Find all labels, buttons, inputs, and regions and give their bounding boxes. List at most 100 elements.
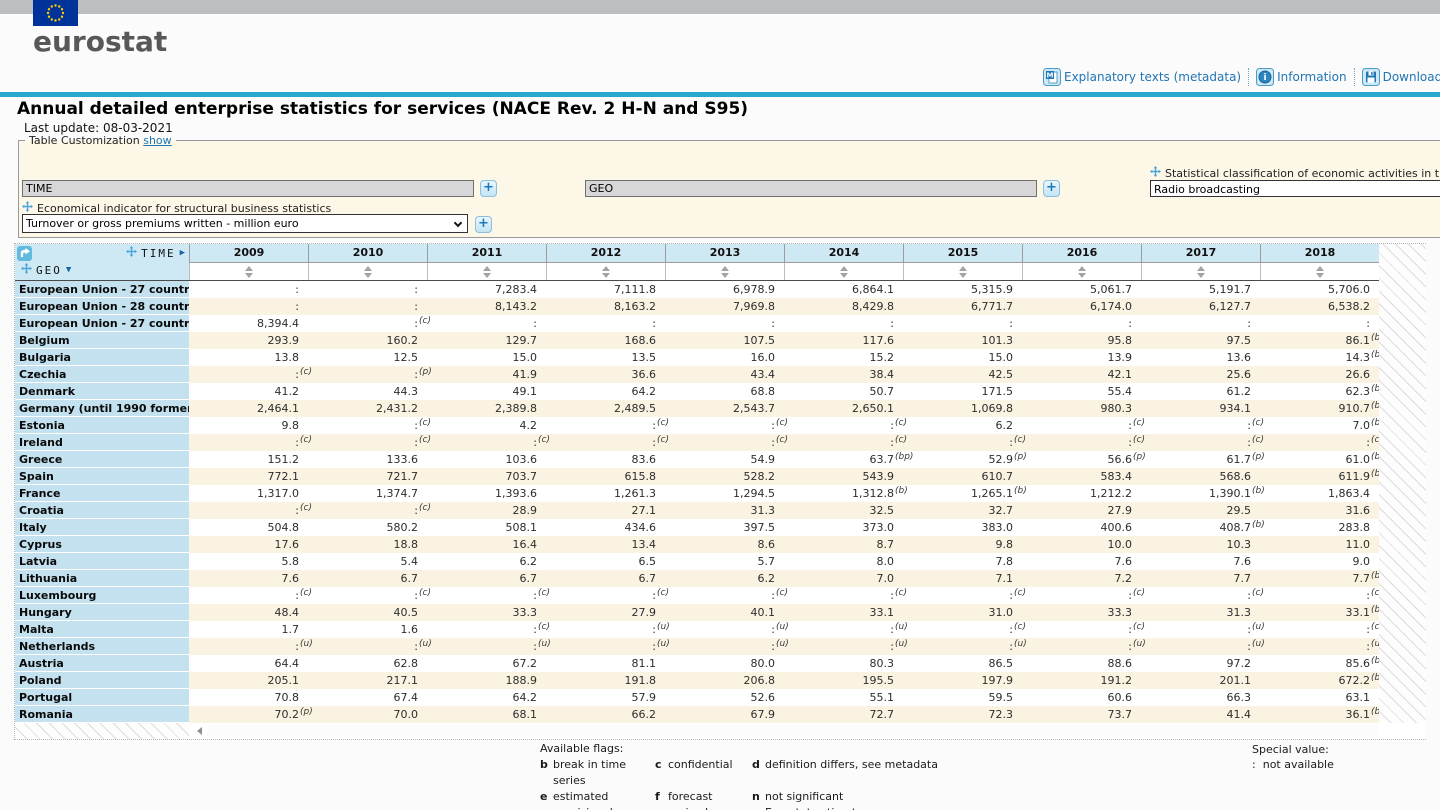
time-add-button[interactable]: +: [480, 180, 497, 197]
cell-value: 61.2: [1227, 385, 1252, 398]
flag-code: p: [540, 805, 553, 810]
data-cell: 7.2: [1022, 570, 1141, 587]
data-cell: 50.7: [784, 383, 903, 400]
data-cell: 2,431.2: [308, 400, 427, 417]
cell-value: :: [295, 436, 299, 449]
top-gray-bar: [0, 0, 1440, 14]
show-link[interactable]: show: [143, 134, 171, 147]
toolbar-link[interactable]: iInformation: [1248, 68, 1353, 86]
cell-value: :: [771, 436, 775, 449]
year-header-cell[interactable]: 2012: [546, 244, 665, 262]
year-header-cell[interactable]: 2010: [308, 244, 427, 262]
cell-value: :: [890, 317, 894, 330]
data-cell: 44.3: [308, 383, 427, 400]
cell-value: 85.6: [1346, 657, 1371, 670]
pivot-rotate-icon[interactable]: [17, 246, 32, 261]
data-cell: 217.1: [308, 672, 427, 689]
data-cell: 15.0: [427, 349, 546, 366]
cell-value: 101.3: [982, 334, 1014, 347]
data-cell: 14.3(b): [1260, 349, 1379, 366]
time-dimension-handle[interactable]: TIME ▶: [126, 246, 185, 260]
sort-button[interactable]: [784, 263, 903, 280]
row-label: Greece: [15, 451, 189, 468]
sort-up-icon: [602, 266, 610, 271]
cell-value: 28.9: [513, 504, 538, 517]
geo-dimension-box[interactable]: GEO: [585, 180, 1037, 197]
cell-value: 6,127.7: [1209, 300, 1251, 313]
year-header-cell[interactable]: 2009: [189, 244, 308, 262]
cell-value: 68.8: [751, 385, 776, 398]
toolbar-link[interactable]: Download: [1354, 68, 1440, 86]
sort-button[interactable]: [1022, 263, 1141, 280]
table-row: France1,317.01,374.71,393.61,261.31,294.…: [15, 485, 1379, 502]
cell-value: 67.4: [394, 691, 419, 704]
year-header-cell[interactable]: 2014: [784, 244, 903, 262]
sort-up-icon: [1316, 266, 1324, 271]
cell-value: 55.1: [870, 691, 895, 704]
year-header-cell[interactable]: 2013: [665, 244, 784, 262]
time-dimension-box[interactable]: TIME: [22, 180, 474, 197]
data-cell: 63.1: [1260, 689, 1379, 706]
indicator-add-button[interactable]: +: [475, 216, 492, 233]
row-label: Malta: [15, 621, 189, 638]
data-cell: :(c): [189, 587, 308, 604]
cell-value: 7,283.4: [495, 283, 537, 296]
cell-value: 41.9: [513, 368, 538, 381]
cell-value: 86.1: [1346, 334, 1371, 347]
special-value-label: not available: [1263, 758, 1334, 771]
cell-value: 72.3: [989, 708, 1014, 721]
move-cross-icon[interactable]: [1150, 166, 1161, 180]
sort-button[interactable]: [189, 263, 308, 280]
year-header-cell[interactable]: 2015: [903, 244, 1022, 262]
sort-button[interactable]: [1141, 263, 1260, 280]
scroll-left-button[interactable]: [193, 725, 205, 737]
cell-value: :: [1128, 623, 1132, 636]
sort-button[interactable]: [903, 263, 1022, 280]
data-cell: 97.2: [1141, 655, 1260, 672]
table-row: Belgium293.9160.2129.7168.6107.5117.6101…: [15, 332, 1379, 349]
data-cell: 85.6(b): [1260, 655, 1379, 672]
cell-value: 72.7: [870, 708, 895, 721]
cell-value: 13.9: [1108, 351, 1133, 364]
cell-value: 217.1: [387, 674, 419, 687]
sort-button[interactable]: [1260, 263, 1379, 280]
year-header-cell[interactable]: 2011: [427, 244, 546, 262]
toolbar-link[interactable]: MExplanatory texts (metadata): [1036, 68, 1248, 86]
move-cross-icon[interactable]: [22, 201, 33, 215]
year-header-cell[interactable]: 2017: [1141, 244, 1260, 262]
data-cell: 1,294.5: [665, 485, 784, 502]
sort-button[interactable]: [427, 263, 546, 280]
data-cell: 26.6: [1260, 366, 1379, 383]
sort-button[interactable]: [546, 263, 665, 280]
classification-select[interactable]: Radio broadcasting: [1150, 180, 1440, 197]
row-label: European Union - 28 countrie: [15, 298, 189, 315]
flags-title: Available flags:: [540, 742, 938, 755]
classification-label-text: Statistical classification of economic a…: [1165, 167, 1440, 180]
data-cell: 66.2: [546, 706, 665, 723]
geo-add-button[interactable]: +: [1043, 180, 1060, 197]
year-header-cell[interactable]: 2016: [1022, 244, 1141, 262]
year-header-cell[interactable]: 2018: [1260, 244, 1379, 262]
horizontal-scrollbar[interactable]: [207, 724, 1379, 738]
data-cell: 2,489.5: [546, 400, 665, 417]
cell-value: :: [1009, 436, 1013, 449]
blue-divider-bar: [0, 92, 1440, 97]
cell-value: 168.6: [625, 334, 657, 347]
cell-value: 8,163.2: [614, 300, 656, 313]
data-cell: 129.7: [427, 332, 546, 349]
flag-label: revised: [668, 805, 752, 810]
indicator-select[interactable]: Turnover or gross premiums written - mil…: [22, 214, 468, 233]
table-row: Italy504.8580.2508.1434.6397.5373.0383.0…: [15, 519, 1379, 536]
cell-value: 400.6: [1101, 521, 1133, 534]
flag-code: b: [540, 757, 553, 789]
cell-value: 36.6: [632, 368, 657, 381]
sort-button[interactable]: [665, 263, 784, 280]
data-cell: :(u): [546, 621, 665, 638]
geo-dimension-handle[interactable]: GEO ▼: [21, 263, 71, 277]
cell-value: :: [890, 640, 894, 653]
data-cell: 40.1: [665, 604, 784, 621]
available-flags-legend: Available flags: bbreak in time seriescc…: [540, 742, 938, 810]
cell-value: 55.4: [1108, 385, 1133, 398]
sort-button[interactable]: [308, 263, 427, 280]
data-cell: 17.6: [189, 536, 308, 553]
